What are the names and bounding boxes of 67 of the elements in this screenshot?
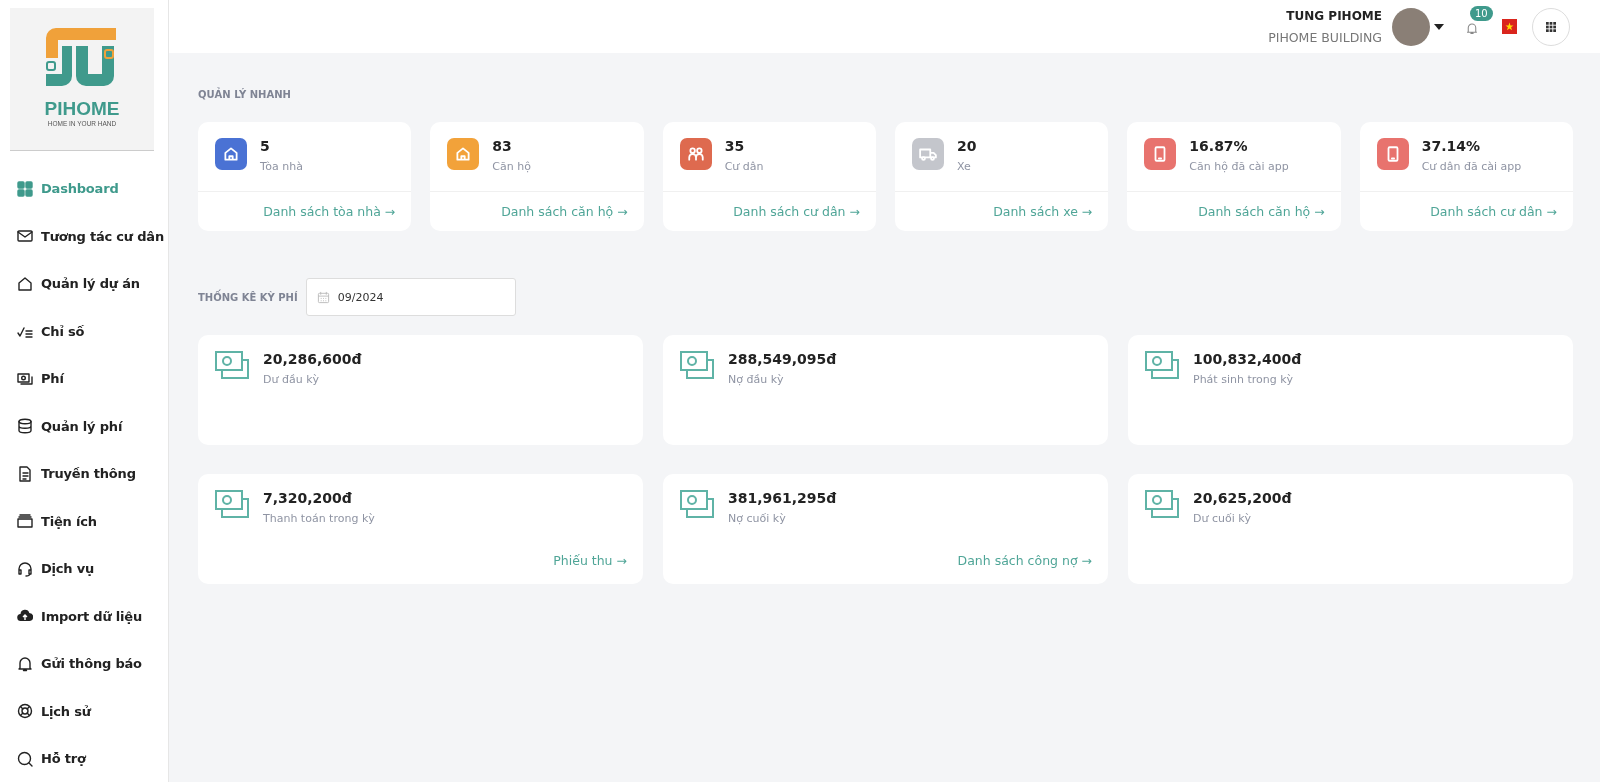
stat-value: 20 <box>957 138 977 154</box>
stat-value: 20,286,600đ <box>263 351 362 367</box>
logo-text: PIHOME <box>44 98 120 120</box>
stat-label: Tòa nhà <box>260 160 303 173</box>
stat-label: Dư đầu kỳ <box>263 373 320 386</box>
calendar-icon <box>316 290 330 304</box>
sidebar-item[interactable]: Hỗ trợ <box>10 735 168 782</box>
building-name: PIHOME BUILDING <box>1268 29 1382 45</box>
bell-icon <box>17 655 33 672</box>
money-icon <box>17 370 33 387</box>
money-icon <box>215 490 249 518</box>
stat-value: 5 <box>260 138 271 154</box>
stat-label: Dư cuối kỳ <box>1193 512 1253 525</box>
search-icon <box>17 750 33 767</box>
stat-label: Căn hộ <box>492 160 531 173</box>
sidebar-item[interactable]: Tương tác cư dân <box>10 212 168 260</box>
stat-value: 288,549,095đ <box>728 351 837 367</box>
lifebuoy-icon <box>17 703 33 720</box>
grid-icon <box>17 180 33 197</box>
stat-label: Nợ đầu kỳ <box>728 373 785 386</box>
stat-label: Phát sinh trong kỳ <box>1193 373 1295 386</box>
sidebar-item[interactable]: Chỉ số <box>10 307 168 355</box>
house-icon <box>17 275 33 292</box>
section-title: QUẢN LÝ NHANH <box>198 89 292 100</box>
stat-value: 381,961,295đ <box>728 490 837 506</box>
money-icon <box>215 351 249 379</box>
stat-label: Xe <box>957 160 972 173</box>
headset-icon <box>17 560 33 577</box>
sidebar-item[interactable]: Truyền thông <box>10 450 168 498</box>
sidebar-item[interactable]: Import dữ liệu <box>10 592 168 640</box>
stat-label: Nợ cuối kỳ <box>728 512 787 525</box>
avatar[interactable] <box>1392 7 1430 46</box>
document-icon <box>17 465 33 482</box>
stat-label: Thanh toán trong kỳ <box>263 512 375 525</box>
money-icon <box>680 351 714 379</box>
caret-icon[interactable] <box>1434 23 1444 30</box>
sidebar-item[interactable]: Quản lý dự án <box>10 260 168 308</box>
section-title: THỐNG KÊ KỲ PHÍ <box>198 291 298 303</box>
stat-value: 35 <box>724 138 746 154</box>
sidebar-item[interactable]: Tiện ích <box>10 497 168 545</box>
date-field[interactable]: 09/2024 <box>305 278 516 316</box>
sidebar-item[interactable]: Phí <box>10 355 168 403</box>
stat-label: Căn hộ đã cài app <box>1189 160 1289 173</box>
sidebar-item[interactable]: Gửi thông báo <box>10 640 168 688</box>
apps-button[interactable] <box>1532 7 1570 46</box>
money-icon <box>680 490 714 518</box>
grid-icon <box>1546 21 1556 32</box>
stat-label: Cư dân đã cài app <box>1421 160 1522 173</box>
stat-value: 7,320,200đ <box>263 490 353 506</box>
tray-icon <box>17 513 33 530</box>
flag-icon[interactable] <box>1502 19 1517 34</box>
sidebar-item[interactable]: Lịch sử <box>10 687 168 735</box>
stat-value: 100,832,400đ <box>1193 351 1302 367</box>
money-icon <box>1145 351 1179 379</box>
sidebar-item[interactable]: Quản lý phí <box>10 402 168 450</box>
stat-value: 16.87% <box>1189 138 1249 154</box>
notification-badge: 10 <box>1470 5 1493 21</box>
database-icon <box>17 418 33 435</box>
bell-icon[interactable] <box>1466 21 1478 35</box>
stat-value: 37.14% <box>1421 138 1481 154</box>
envelope-icon <box>17 228 33 245</box>
stat-label: Cư dân <box>724 160 764 173</box>
money-icon <box>1145 490 1179 518</box>
user-name: TUNG PIHOME <box>1285 8 1382 23</box>
sidebar-item[interactable]: Dịch vụ <box>10 545 168 593</box>
stat-value: 20,625,200đ <box>1193 490 1292 506</box>
stat-value: 83 <box>492 138 513 154</box>
